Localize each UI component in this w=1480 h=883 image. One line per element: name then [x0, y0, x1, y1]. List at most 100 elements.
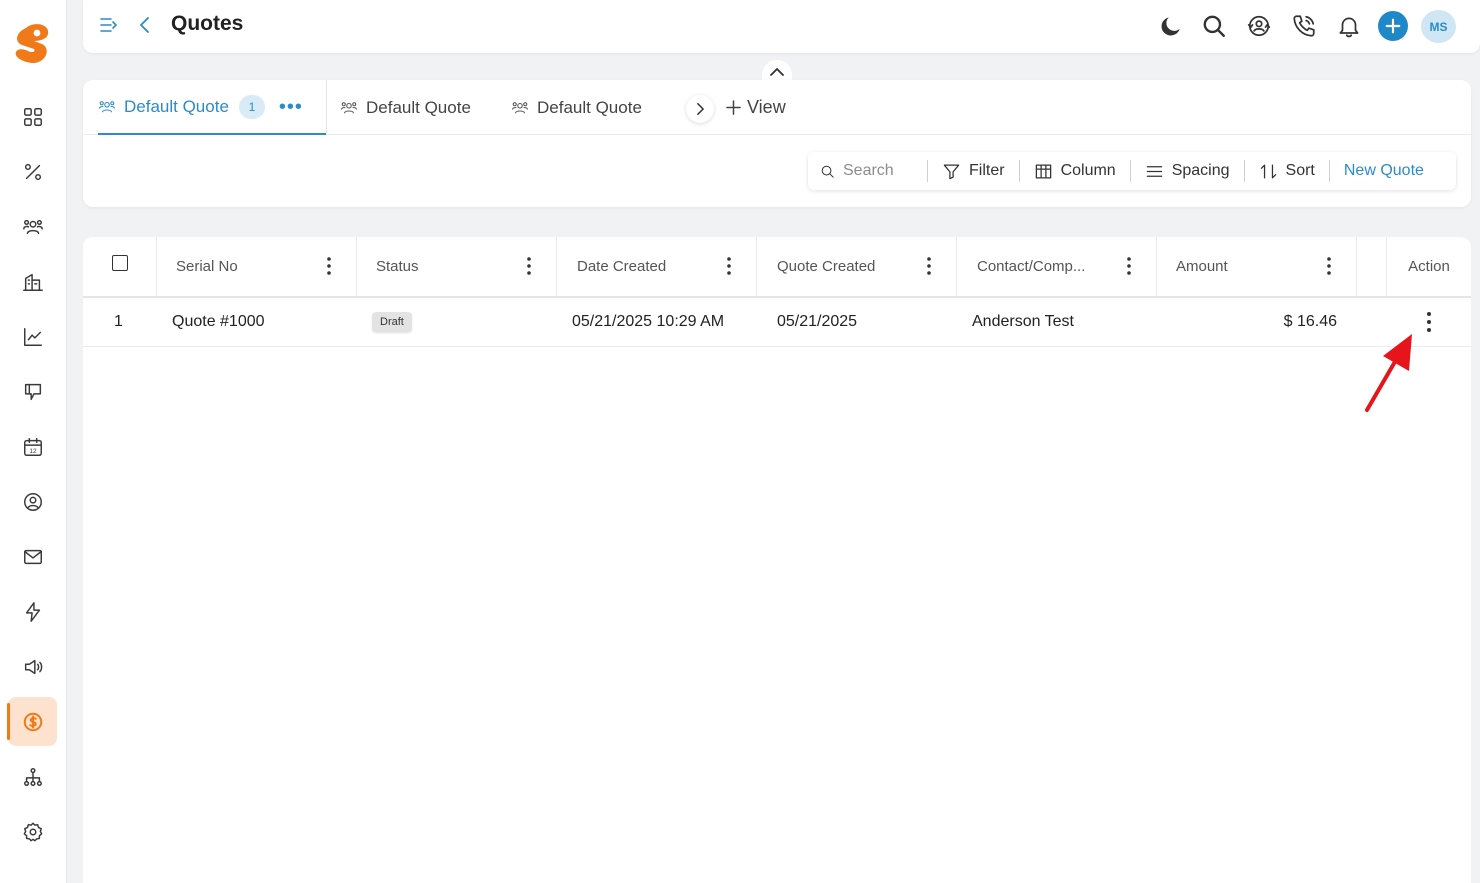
serial-cell[interactable]: Quote #1000 — [172, 298, 265, 345]
sidebar-item-settings[interactable] — [8, 807, 57, 856]
sidebar-item-analytics[interactable] — [8, 312, 57, 361]
sidebar-item-dashboard[interactable] — [8, 92, 57, 141]
column-label: Contact/Comp... — [977, 258, 1086, 275]
phone-icon[interactable] — [1290, 12, 1318, 40]
sidebar-item-sales[interactable] — [7, 697, 57, 746]
column-header-serial[interactable]: Serial No — [157, 237, 357, 296]
annotation-arrow-icon — [1365, 334, 1412, 412]
filter-label: Filter — [969, 162, 1005, 179]
kebab-icon[interactable] — [1126, 255, 1132, 277]
svg-text:12: 12 — [29, 447, 37, 454]
new-quote-button[interactable]: New Quote — [1330, 160, 1438, 182]
column-button[interactable]: Column — [1020, 160, 1131, 182]
menu-toggle-icon[interactable] — [98, 15, 118, 35]
support-icon[interactable] — [1245, 12, 1273, 40]
column-label: Column — [1060, 162, 1116, 179]
kebab-icon[interactable] — [926, 255, 932, 277]
tab-label: Default Quote — [366, 97, 471, 117]
column-header-spacer — [1357, 237, 1387, 296]
status-cell: Draft — [372, 298, 412, 345]
tab-default-quote-3[interactable]: Default Quote — [511, 80, 642, 135]
kebab-icon[interactable] — [526, 255, 532, 277]
sidebar-item-automation[interactable] — [8, 587, 57, 636]
more-horizontal-icon[interactable]: ••• — [279, 97, 303, 117]
sidebar-item-mail[interactable] — [8, 532, 57, 581]
bell-icon[interactable] — [1335, 12, 1363, 40]
row-index: 1 — [114, 312, 123, 330]
group-icon — [98, 100, 116, 112]
sidebar-item-discounts[interactable] — [8, 147, 57, 196]
spacing-button[interactable]: Spacing — [1131, 160, 1245, 182]
mail-icon — [23, 549, 42, 564]
automation-icon — [25, 601, 40, 622]
tab-default-quote-2[interactable]: Default Quote — [340, 80, 471, 135]
kebab-icon[interactable] — [1326, 255, 1332, 277]
sidebar-item-campaigns[interactable] — [8, 642, 57, 691]
column-header-contact[interactable]: Contact/Comp... — [957, 237, 1157, 296]
contact-cell[interactable]: Anderson Test — [972, 298, 1074, 345]
group-icon — [511, 101, 529, 113]
sort-label: Sort — [1285, 162, 1315, 179]
avatar[interactable]: MS — [1421, 10, 1456, 43]
moon-icon[interactable] — [1157, 12, 1185, 40]
sidebar: 12 — [0, 0, 67, 883]
view-tabs: Default Quote 1 ••• Default Quote Defaul… — [83, 80, 1471, 135]
column-header-date-created[interactable]: Date Created — [557, 237, 757, 296]
sidebar-item-feedback[interactable] — [8, 367, 57, 416]
search-input[interactable] — [843, 162, 913, 180]
table-row[interactable]: 1 Quote #1000 Draft 05/21/2025 10:29 AM … — [83, 298, 1471, 347]
column-header-action: Action — [1387, 237, 1471, 296]
column-header-status[interactable]: Status — [357, 237, 557, 296]
sidebar-item-contacts[interactable] — [8, 202, 57, 251]
search-box[interactable] — [808, 160, 928, 182]
kebab-icon[interactable] — [726, 255, 732, 277]
dashboard-icon — [23, 107, 42, 126]
sidebar-item-hierarchy[interactable] — [8, 752, 57, 801]
page-title: Quotes — [171, 12, 244, 35]
chevron-up-icon — [770, 68, 784, 76]
brand-logo[interactable] — [12, 22, 52, 66]
column-label: Date Created — [577, 258, 667, 275]
plus-icon — [726, 100, 741, 115]
filter-icon — [943, 164, 960, 179]
new-quote-label: New Quote — [1343, 162, 1424, 179]
table-toolbar: Filter Column Spacing Sort New Quote — [808, 152, 1456, 190]
kebab-icon[interactable] — [326, 255, 332, 277]
sort-button[interactable]: Sort — [1245, 160, 1330, 182]
kebab-icon[interactable] — [1426, 311, 1432, 333]
select-all-cell — [83, 237, 157, 296]
status-badge: Draft — [372, 311, 412, 332]
tab-default-quote-1[interactable]: Default Quote 1 ••• — [98, 80, 326, 135]
sidebar-item-companies[interactable] — [8, 257, 57, 306]
column-header-amount[interactable]: Amount — [1157, 237, 1357, 296]
analytics-icon — [23, 327, 42, 346]
company-icon — [22, 273, 43, 291]
add-new-button[interactable] — [1378, 11, 1408, 41]
settings-icon — [23, 822, 42, 841]
percent-icon — [24, 163, 41, 180]
sidebar-item-profile[interactable] — [8, 477, 57, 526]
next-tabs-button[interactable] — [686, 95, 714, 123]
spacing-icon — [1146, 165, 1162, 177]
sidebar-item-calendar[interactable]: 12 — [8, 422, 57, 471]
filter-button[interactable]: Filter — [928, 160, 1020, 182]
sales-icon — [23, 712, 42, 731]
group-icon — [340, 101, 358, 113]
amount-cell: $ 16.46 — [1283, 312, 1337, 330]
search-icon — [821, 165, 834, 178]
select-all-checkbox[interactable] — [112, 255, 128, 271]
back-icon[interactable] — [138, 15, 152, 35]
search-icon[interactable] — [1200, 12, 1228, 40]
column-label: Quote Created — [777, 258, 876, 275]
add-view-button[interactable]: View — [726, 80, 786, 135]
tab-divider — [326, 80, 327, 135]
table-header: Serial No Status Date Created Quote Crea… — [83, 237, 1471, 298]
column-label: Amount — [1176, 258, 1228, 275]
column-label: Status — [376, 258, 419, 275]
chevron-right-icon — [696, 102, 704, 116]
column-header-quote-created[interactable]: Quote Created — [757, 237, 957, 296]
column-label: Serial No — [176, 258, 238, 275]
add-view-label: View — [747, 97, 786, 117]
campaign-icon — [24, 659, 42, 674]
hierarchy-icon — [23, 767, 42, 786]
